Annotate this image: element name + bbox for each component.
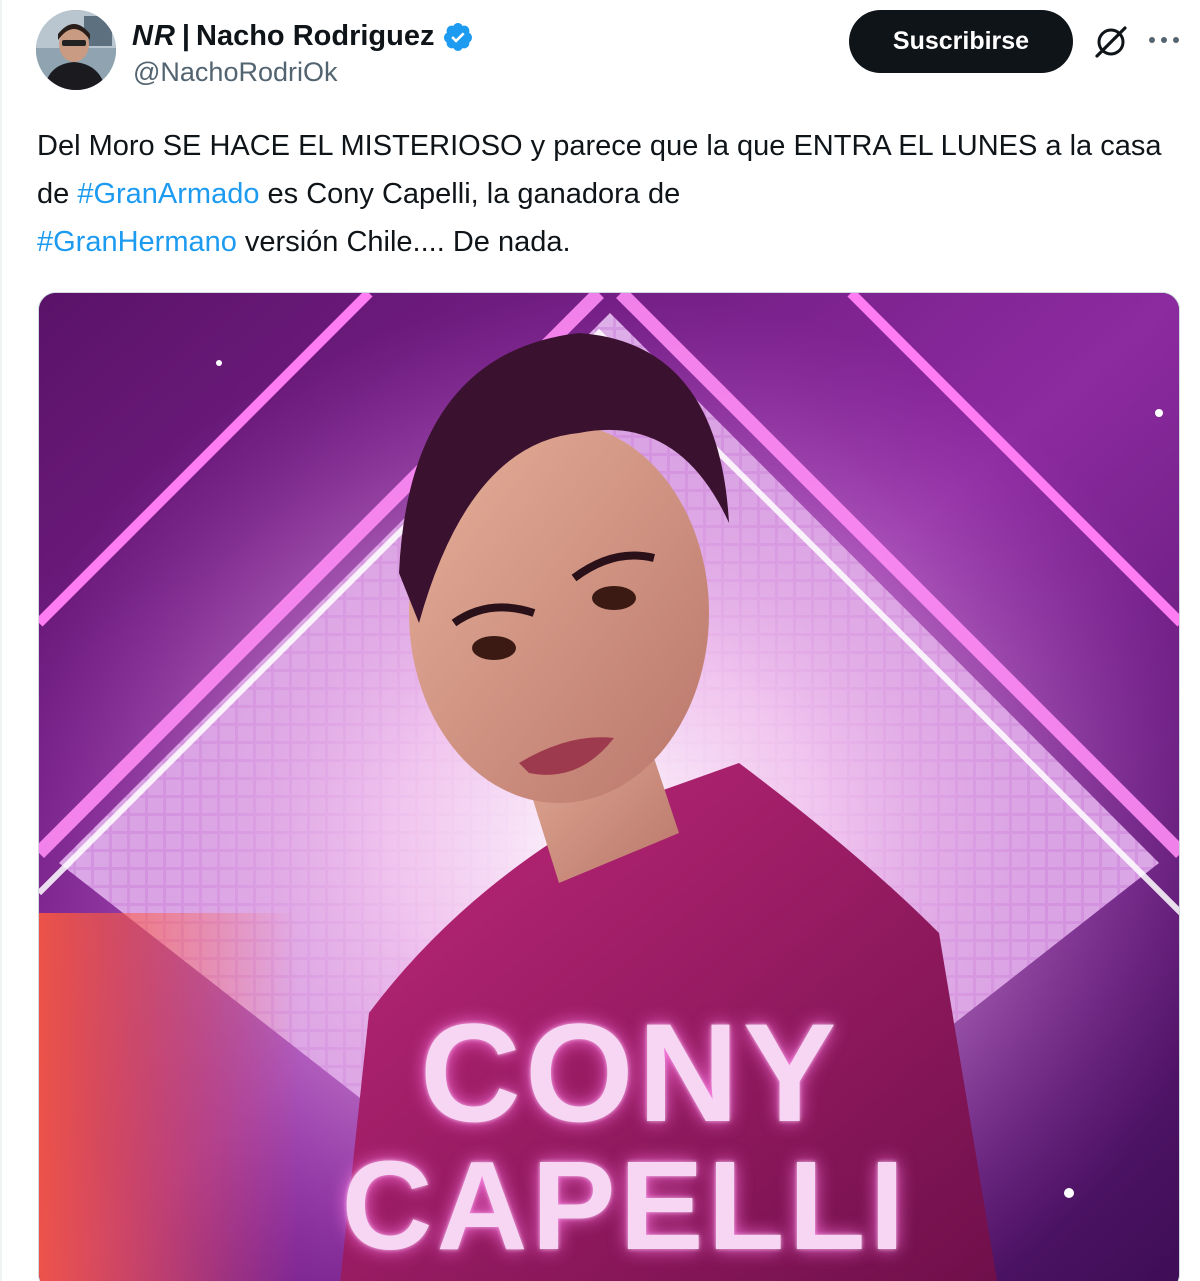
poster-last-name: CAPELLI bbox=[341, 1135, 909, 1276]
tweet-text-part: es Cony Capelli, la ganadora de bbox=[259, 178, 681, 210]
tweet-text-part: versión Chile.... De nada. bbox=[236, 226, 571, 258]
author-name[interactable]: Nacho Rodriguez bbox=[196, 20, 434, 53]
column-border bbox=[0, 0, 2, 1281]
verified-badge-icon bbox=[444, 22, 473, 51]
hashtag-link[interactable]: #GranHermano bbox=[37, 226, 237, 258]
tweet-text: Del Moro SE HACE EL MISTERIOSO y parece … bbox=[37, 122, 1197, 266]
hashtag-link[interactable]: #GranArmado bbox=[77, 178, 259, 210]
poster-first-name: CONY bbox=[419, 994, 841, 1151]
grok-icon[interactable] bbox=[1093, 24, 1129, 60]
avatar[interactable] bbox=[36, 10, 116, 90]
author-handle[interactable]: @NachoRodriOk bbox=[133, 57, 337, 88]
tweet-page: NR | Nacho Rodriguez @NachoRodriOk Suscr… bbox=[0, 0, 1200, 1281]
author-badge: NR bbox=[132, 20, 176, 52]
tweet-media-image[interactable]: CONY CAPELLI bbox=[38, 292, 1180, 1281]
author-name-row[interactable]: NR | Nacho Rodriguez bbox=[132, 20, 474, 53]
subscribe-button[interactable]: Suscribirse bbox=[849, 10, 1073, 73]
author-separator: | bbox=[181, 20, 191, 52]
tweet-header: NR | Nacho Rodriguez @NachoRodriOk Suscr… bbox=[36, 10, 1186, 90]
more-options-icon[interactable] bbox=[1144, 22, 1184, 58]
